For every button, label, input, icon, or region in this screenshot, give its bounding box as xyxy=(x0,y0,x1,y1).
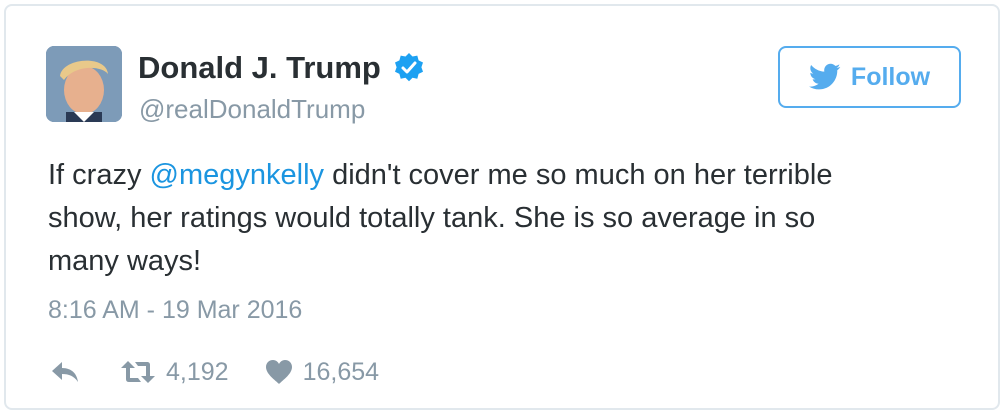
retweet-icon xyxy=(120,359,156,385)
tweet-text-line-3: many ways! xyxy=(48,245,202,277)
heart-icon xyxy=(265,359,293,385)
tweet-timestamp[interactable]: 8:16 AM - 19 Mar 2016 xyxy=(48,296,302,325)
tweet-text-line-1: If crazy @megynkelly didn't cover me so … xyxy=(48,154,938,197)
twitter-bird-icon xyxy=(808,63,841,91)
mention-link[interactable]: @megynkelly xyxy=(150,159,325,191)
user-handle[interactable]: @realDonaldTrump xyxy=(139,94,365,125)
follow-button[interactable]: Follow xyxy=(778,46,961,108)
tweet-card: Donald J. Trump @realDonaldTrump Follow … xyxy=(4,4,1000,410)
retweet-count: 4,192 xyxy=(166,357,229,386)
display-name-text: Donald J. Trump xyxy=(138,50,381,85)
like-count: 16,654 xyxy=(302,357,380,386)
avatar[interactable] xyxy=(46,46,122,122)
profile-photo-icon xyxy=(46,46,122,122)
tweet-text-segment: If crazy xyxy=(48,159,150,191)
display-name[interactable]: Donald J. Trump xyxy=(138,50,425,86)
retweet-button[interactable]: 4,192 xyxy=(120,358,229,387)
tweet-actions: 4,192 16,654 xyxy=(50,354,379,390)
tweet-text-line-2: show, her ratings would totally tank. Sh… xyxy=(48,202,816,234)
verified-badge-icon xyxy=(393,52,425,84)
tweet-text: If crazy @megynkelly didn't cover me so … xyxy=(48,154,938,283)
reply-arrow-icon xyxy=(50,360,80,384)
follow-button-label: Follow xyxy=(850,62,931,91)
tweet-text-segment: didn't cover me so much on her terrible xyxy=(324,159,833,191)
reply-button[interactable] xyxy=(50,360,80,384)
like-button[interactable]: 16,654 xyxy=(265,358,379,387)
